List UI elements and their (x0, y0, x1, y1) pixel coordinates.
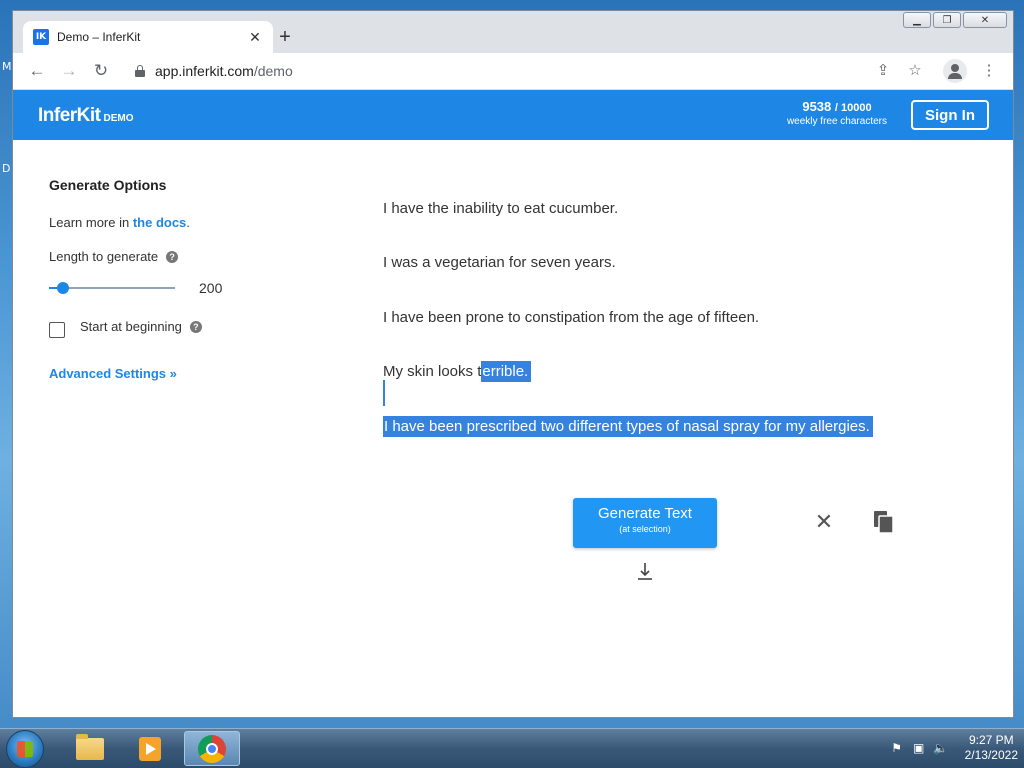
start-at-beginning-label[interactable]: Start at beginning? (80, 319, 202, 334)
inferkit-favicon-icon: IK (33, 29, 49, 45)
back-arrow-icon[interactable]: ← (27, 61, 47, 81)
tab-close-icon[interactable]: ✕ (247, 29, 263, 46)
selection-caret (383, 380, 385, 406)
address-bar[interactable]: app.inferkit.com/demo (123, 57, 979, 85)
reload-icon[interactable]: ↻ (91, 61, 111, 81)
editor-line[interactable]: I have the inability to eat cucumber. (383, 199, 618, 219)
close-window-icon[interactable]: ✕ (963, 12, 1007, 28)
share-icon[interactable]: ⇪ (873, 61, 893, 81)
media-player-taskbar-icon[interactable] (122, 731, 178, 766)
window-controls: ▁ ❐ ✕ (903, 12, 1007, 28)
explorer-taskbar-icon[interactable] (62, 731, 118, 766)
panel-title: Generate Options (49, 177, 167, 193)
advanced-settings-link[interactable]: Advanced Settings » (49, 366, 177, 381)
credits-label: weekly free characters (786, 116, 887, 127)
length-label-row: Length to generate? (49, 249, 179, 264)
tab-title: Demo – InferKit (57, 30, 141, 44)
length-slider[interactable] (49, 282, 175, 294)
clear-icon[interactable]: ✕ (813, 510, 835, 534)
editor-line[interactable]: My skin looks terrible. (383, 361, 532, 382)
action-center-icon[interactable]: ⚑ (889, 740, 905, 756)
sign-in-button[interactable]: Sign In (911, 100, 989, 130)
docs-link[interactable]: the docs (133, 215, 186, 230)
credits-total: / 10000 (834, 102, 872, 114)
url-text[interactable]: app.inferkit.com/demo (155, 63, 293, 79)
windows-taskbar: ⚑ ▣ 🔈 9:27 PM 2/13/2022 (0, 728, 1024, 768)
system-clock[interactable]: 9:27 PM 2/13/2022 (965, 733, 1018, 763)
help-icon[interactable]: ? (189, 320, 202, 333)
editor-line[interactable]: I have been prescribed two different typ… (383, 416, 873, 437)
volume-icon[interactable]: 🔈 (933, 740, 949, 756)
selected-text[interactable]: I have been prescribed two different typ… (383, 416, 873, 437)
generate-options-panel: Generate Options Learn more in the docs.… (49, 177, 249, 381)
docs-line: Learn more in the docs. (49, 215, 190, 230)
new-tab-icon[interactable]: + (275, 27, 295, 47)
generate-text-button[interactable]: Generate Text (at selection) (573, 498, 717, 548)
desktop-icon-label: M (2, 60, 12, 73)
tab-strip: IK Demo – InferKit ✕ + ▁ ❐ ✕ (13, 11, 1013, 53)
credits-counter: 9538 / 10000 weekly free characters (787, 100, 887, 128)
profile-avatar-icon[interactable] (943, 59, 967, 83)
length-value: 200 (199, 280, 223, 296)
copy-icon[interactable] (873, 510, 895, 534)
bookmark-star-icon[interactable]: ☆ (905, 61, 925, 81)
editor-line[interactable]: I have been prone to constipation from t… (383, 308, 759, 328)
network-icon[interactable]: ▣ (911, 740, 927, 756)
start-at-beginning-checkbox[interactable] (49, 322, 65, 338)
lock-icon[interactable] (135, 65, 145, 77)
desktop-icon-label: D (2, 162, 11, 175)
forward-arrow-icon[interactable]: → (59, 61, 79, 81)
editor-line[interactable]: I was a vegetarian for seven years. (383, 253, 616, 273)
selected-text[interactable]: errible. (481, 361, 532, 382)
slider-thumb[interactable] (56, 282, 69, 294)
chrome-taskbar-icon[interactable] (184, 731, 240, 766)
download-icon[interactable] (637, 562, 653, 582)
maximize-icon[interactable]: ❐ (933, 12, 961, 28)
web-page: InferKit DEMO 9538 / 10000 weekly free ch… (13, 90, 1013, 717)
browser-toolbar: ← → ↻ app.inferkit.com/demo ⇪ ☆ ⋮ (13, 53, 1013, 90)
start-button-icon[interactable] (6, 730, 44, 768)
system-tray: ⚑ ▣ 🔈 9:27 PM 2/13/2022 (889, 729, 1018, 767)
browser-tab[interactable]: IK Demo – InferKit ✕ (23, 21, 273, 53)
minimize-icon[interactable]: ▁ (903, 12, 931, 28)
more-menu-icon[interactable]: ⋮ (979, 61, 999, 81)
inferkit-logo[interactable]: InferKit DEMO (38, 105, 134, 127)
help-icon[interactable]: ? (166, 250, 179, 263)
credits-used: 9538 (802, 99, 832, 114)
browser-window: IK Demo – InferKit ✕ + ▁ ❐ ✕ ← → ↻ app.i… (12, 10, 1014, 718)
app-header: InferKit DEMO 9538 / 10000 weekly free ch… (13, 90, 1013, 140)
